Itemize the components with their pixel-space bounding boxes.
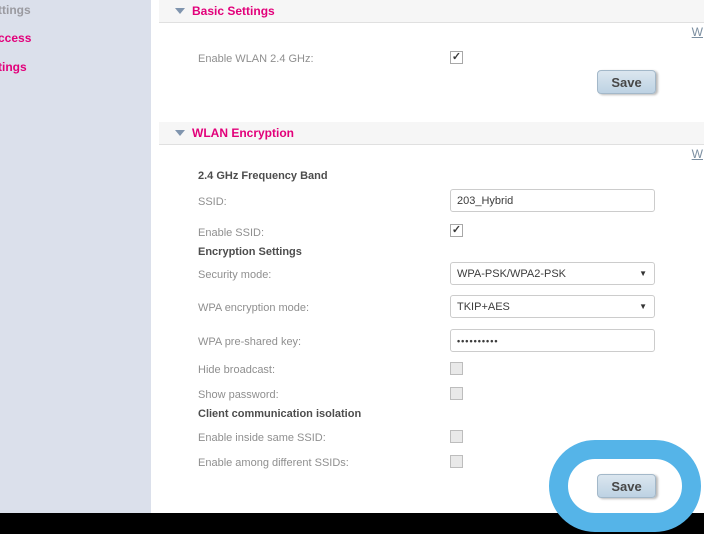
chevron-down-icon: ▼	[639, 269, 647, 278]
wpa-encryption-mode-select[interactable]: TKIP+AES ▼	[450, 295, 655, 318]
sidebar-item-settings[interactable]: tings	[0, 60, 27, 74]
wpa-mode-label: WPA encryption mode:	[198, 302, 309, 314]
ssid-input[interactable]	[450, 189, 655, 212]
security-mode-select[interactable]: WPA-PSK/WPA2-PSK ▼	[450, 262, 655, 285]
wlan-encryption-header[interactable]: WLAN Encryption	[159, 122, 704, 145]
enable-wlan-label: Enable WLAN 2.4 GHz:	[198, 53, 314, 65]
collapse-triangle-icon	[175, 8, 185, 14]
router-settings-page: ttings ccess tings Basic Settings W Enab…	[0, 0, 704, 534]
sidebar-item-access[interactable]: ccess	[0, 31, 31, 45]
chevron-down-icon: ▼	[639, 302, 647, 311]
ssid-label: SSID:	[198, 196, 227, 208]
wlan-encryption-title: WLAN Encryption	[192, 126, 294, 140]
basic-settings-title: Basic Settings	[192, 4, 275, 18]
isolation-heading: Client communication isolation	[198, 408, 361, 420]
among-different-ssids-checkbox[interactable]	[450, 455, 463, 468]
encryption-help-link[interactable]: W	[692, 147, 703, 161]
sidebar-nav: ttings ccess tings	[0, 0, 151, 513]
wpa-mode-value: TKIP+AES	[457, 301, 639, 313]
show-password-checkbox[interactable]	[450, 387, 463, 400]
hide-broadcast-checkbox[interactable]	[450, 362, 463, 375]
main-content: Basic Settings W Enable WLAN 2.4 GHz: ✓ …	[151, 0, 704, 513]
collapse-triangle-icon	[175, 130, 185, 136]
psk-label: WPA pre-shared key:	[198, 336, 301, 348]
basic-save-button[interactable]: Save	[597, 70, 656, 94]
bottom-bar	[0, 513, 704, 534]
encryption-settings-heading: Encryption Settings	[198, 246, 302, 258]
security-mode-value: WPA-PSK/WPA2-PSK	[457, 268, 639, 280]
security-mode-label: Security mode:	[198, 269, 271, 281]
band-heading: 2.4 GHz Frequency Band	[198, 170, 328, 182]
show-password-label: Show password:	[198, 389, 279, 401]
basic-settings-header[interactable]: Basic Settings	[159, 0, 704, 23]
inside-same-ssid-label: Enable inside same SSID:	[198, 432, 326, 444]
enable-ssid-checkbox[interactable]: ✓	[450, 224, 463, 237]
among-different-ssids-label: Enable among different SSIDs:	[198, 457, 349, 469]
sidebar-item-settings-active[interactable]: ttings	[0, 3, 31, 17]
inside-same-ssid-checkbox[interactable]	[450, 430, 463, 443]
basic-help-link[interactable]: W	[692, 25, 703, 39]
psk-input[interactable]	[450, 329, 655, 352]
enable-wlan-checkbox[interactable]: ✓	[450, 51, 463, 64]
hide-broadcast-label: Hide broadcast:	[198, 364, 275, 376]
enable-ssid-label: Enable SSID:	[198, 227, 264, 239]
encryption-save-button[interactable]: Save	[597, 474, 656, 498]
